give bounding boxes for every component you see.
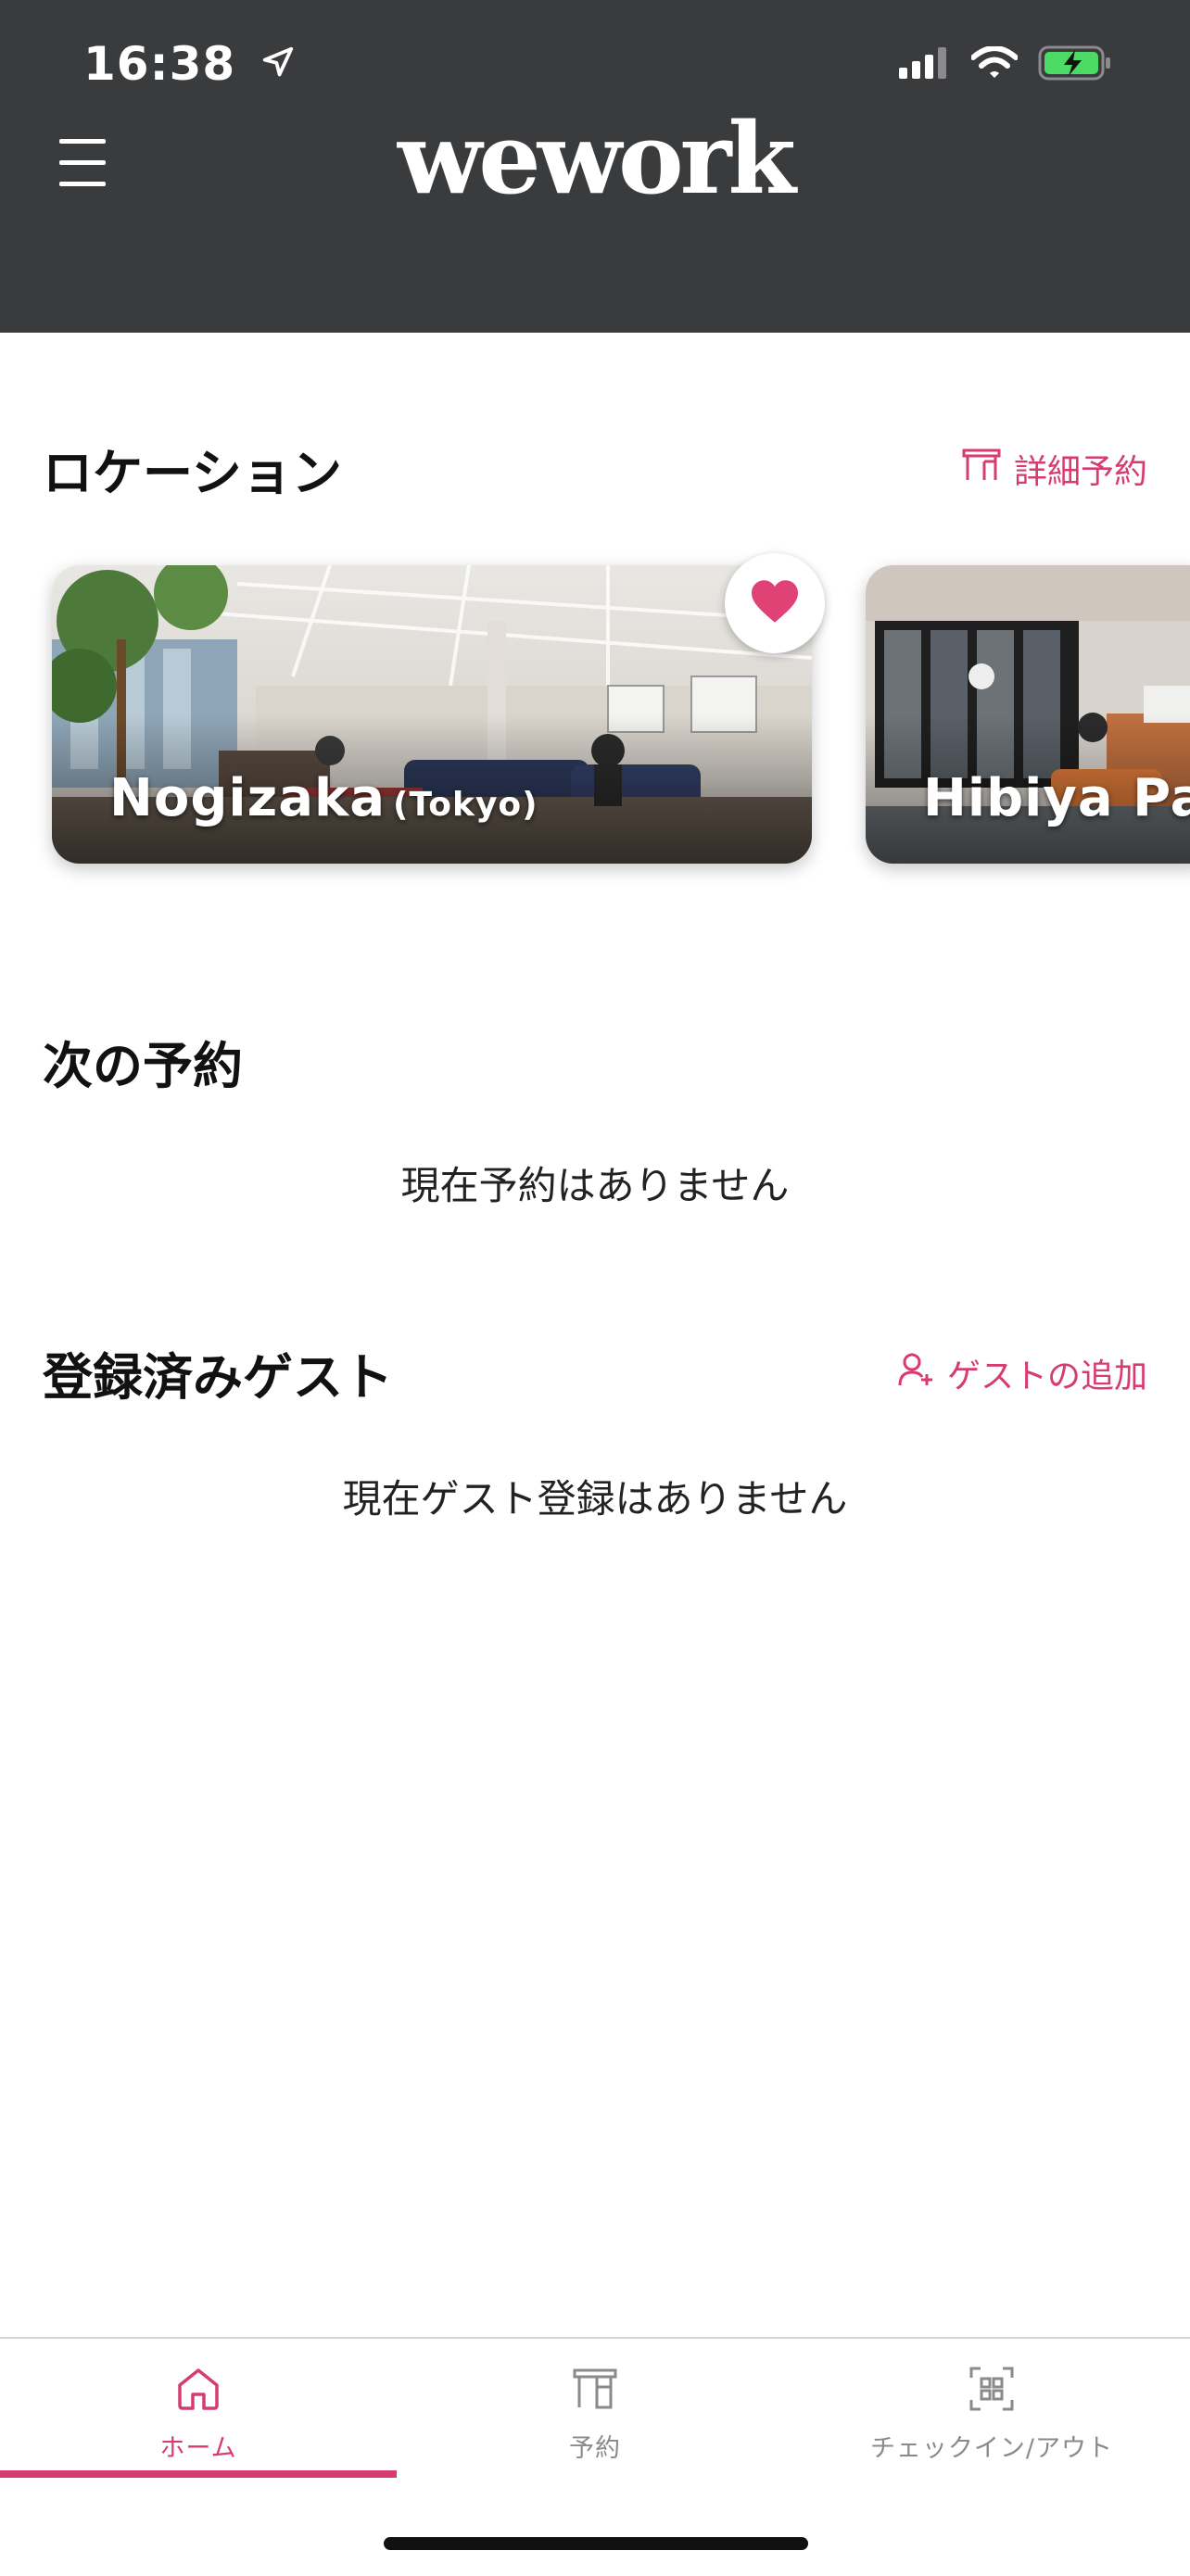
next-booking-title: 次の予約 <box>43 1037 243 1095</box>
tab-booking-label: 予約 <box>569 2434 621 2463</box>
hibiya-park-name: Hibiya Park <box>923 768 1190 828</box>
no-guests-text: 現在ゲスト登録はありません <box>342 1476 848 1522</box>
battery-charging-icon <box>1038 44 1112 85</box>
location-card-name: Nogizaka (Tokyo) <box>109 768 538 828</box>
add-guest-label: ゲストの追加 <box>946 1357 1147 1395</box>
home-indicator <box>384 2537 808 2550</box>
home-icon <box>174 2365 222 2413</box>
wifi-icon <box>970 45 1019 83</box>
no-bookings-text: 現在予約はありません <box>400 1163 790 1208</box>
desk-icon <box>571 2365 619 2413</box>
tab-check-in-out[interactable]: チェックイン/アウト <box>793 2339 1190 2478</box>
tab-home[interactable]: ホーム <box>0 2339 397 2478</box>
app-header: 16:38 wework <box>0 0 1190 333</box>
locations-title: ロケーション <box>43 444 342 502</box>
active-tab-indicator <box>0 2470 397 2478</box>
nogizaka-city: (Tokyo) <box>393 786 538 824</box>
status-icons <box>899 44 1112 85</box>
detailed-booking-label: 詳細予約 <box>1013 453 1147 491</box>
tab-check-in-out-label: チェックイン/アウト <box>869 2434 1114 2463</box>
location-card-nogizaka[interactable]: Nogizaka (Tokyo) <box>52 565 812 864</box>
add-person-icon <box>897 1352 934 1395</box>
location-arrow-icon <box>260 37 296 91</box>
location-card-name: Hibiya Park <box>923 768 1190 828</box>
heart-icon <box>749 578 801 628</box>
cellular-signal-icon <box>899 47 951 82</box>
detailed-booking-button[interactable]: 詳細予約 <box>962 445 1147 493</box>
add-guest-button[interactable]: ゲストの追加 <box>897 1349 1147 1397</box>
tab-booking[interactable]: 予約 <box>397 2339 793 2478</box>
qr-scan-icon <box>968 2365 1016 2413</box>
status-time: 16:38 <box>83 37 296 91</box>
desk-icon <box>962 448 1001 490</box>
status-time-text: 16:38 <box>83 37 236 91</box>
registered-guests-title: 登録済みゲスト <box>43 1348 393 1407</box>
favorite-button[interactable] <box>725 553 825 653</box>
location-card-hibiya-park[interactable]: Hibiya Park <box>866 565 1190 864</box>
nogizaka-name: Nogizaka <box>109 768 386 828</box>
wework-logo: wework <box>398 100 796 216</box>
tab-home-label: ホーム <box>159 2434 237 2463</box>
